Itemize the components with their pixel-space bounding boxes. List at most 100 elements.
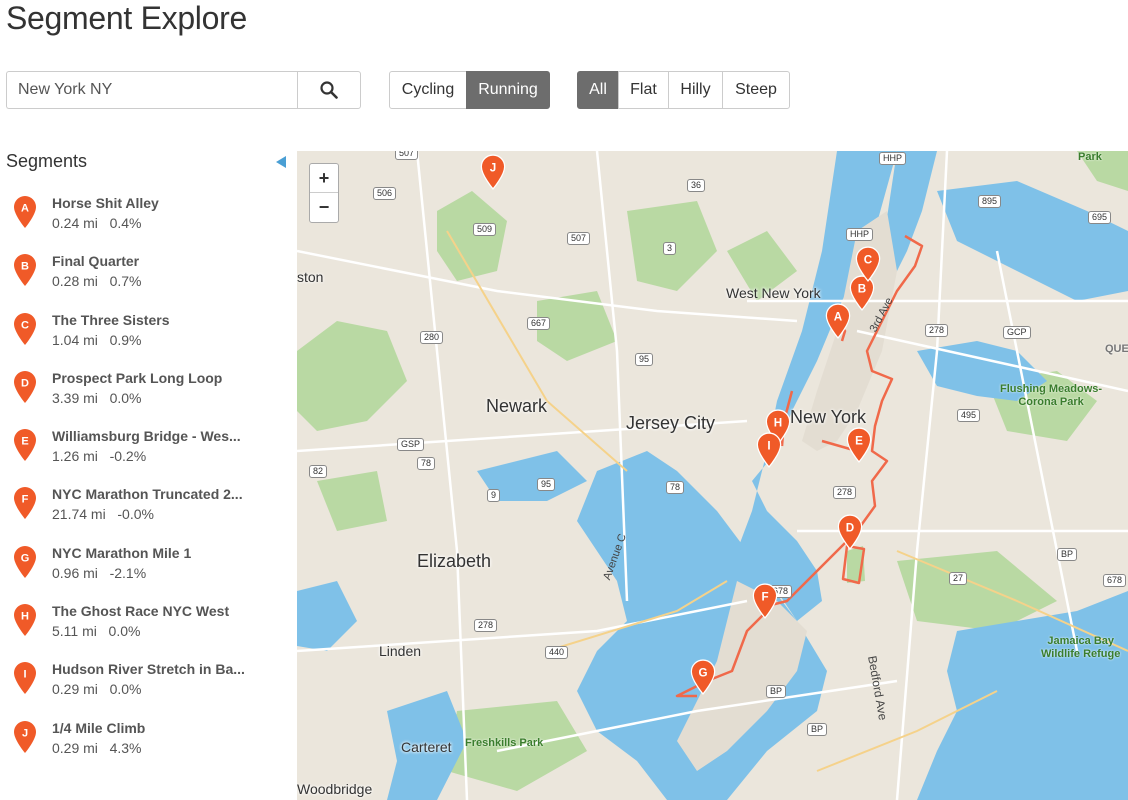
route-shield: BP	[766, 685, 787, 698]
segment-name[interactable]: NYC Marathon Truncated 2...	[52, 486, 243, 502]
segment-stats: 0.28 mi 0.7%	[52, 273, 142, 289]
segment-distance: 0.96 mi	[52, 564, 98, 581]
map-label-jersey-city: Jersey City	[626, 413, 716, 433]
segment-stats: 0.29 mi 0.0%	[52, 681, 142, 697]
map-label-carteret: Carteret	[401, 739, 452, 755]
map-pin-d[interactable]: D	[836, 514, 864, 550]
segment-list-item[interactable]: I Hudson River Stretch in Ba... 0.29 mi 0.…	[0, 658, 290, 716]
segment-list-item[interactable]: C The Three Sisters 1.04 mi 0.9%	[0, 309, 290, 367]
route-shield: 495	[957, 409, 981, 422]
map-label-ston: ston	[297, 269, 324, 285]
route-shield: 278	[833, 486, 857, 499]
segment-name[interactable]: Williamsburg Bridge - Wes...	[52, 428, 241, 444]
marker-letter: J	[490, 161, 496, 174]
map-marker-icon: D	[14, 370, 36, 403]
zoom-in-button[interactable]: +	[310, 164, 338, 193]
triangle-left-icon[interactable]	[276, 156, 286, 168]
map-marker-icon: I	[756, 432, 782, 468]
zoom-control: + −	[309, 163, 339, 223]
segment-list-item[interactable]: H The Ghost Race NYC West 5.11 mi 0.0%	[0, 600, 290, 658]
hilly-terrain-button[interactable]: Hilly	[668, 71, 723, 109]
segment-name[interactable]: 1/4 Mile Climb	[52, 720, 145, 736]
segment-list-item[interactable]: J 1/4 Mile Climb 0.29 mi 4.3%	[0, 717, 290, 775]
segment-name[interactable]: The Three Sisters	[52, 312, 170, 328]
segment-name[interactable]: NYC Marathon Mile 1	[52, 545, 191, 561]
segment-grade: -2.1%	[109, 564, 147, 581]
route-shield: GSP	[397, 438, 425, 451]
route-shield: 506	[373, 187, 397, 200]
marker-letter: F	[22, 494, 29, 506]
marker-letter: F	[761, 590, 768, 603]
segment-stats: 3.39 mi 0.0%	[52, 390, 142, 406]
segment-stats: 1.04 mi 0.9%	[52, 332, 142, 348]
map-marker-icon: G	[690, 659, 716, 695]
all-terrain-button[interactable]: All	[577, 71, 619, 109]
map-marker-icon: C	[855, 246, 881, 282]
segment-name[interactable]: Horse Shit Alley	[52, 195, 159, 211]
map-pin-f[interactable]: F	[751, 583, 779, 619]
segment-stats: 0.96 mi -2.1%	[52, 565, 146, 581]
map-marker-icon: I	[14, 662, 36, 695]
segment-list-item[interactable]: F NYC Marathon Truncated 2... 21.74 mi -0.…	[0, 483, 290, 541]
route-shield: 895	[978, 195, 1002, 208]
segment-distance: 0.24 mi	[52, 215, 98, 231]
route-shield: BP	[807, 723, 828, 736]
map-label-jamaica-bay: Jamaica Bay Wildlife Refuge	[1041, 635, 1121, 660]
segment-distance: 0.28 mi	[52, 273, 98, 290]
segment-grade: -0.2%	[109, 448, 147, 465]
steep-terrain-button[interactable]: Steep	[722, 71, 790, 109]
route-shield: 78	[666, 481, 685, 494]
route-shield: 27	[949, 572, 968, 585]
map-marker-icon: B	[14, 254, 36, 287]
search-icon	[320, 81, 338, 99]
marker-letter: I	[767, 439, 770, 452]
running-button[interactable]: Running	[466, 71, 550, 109]
search-bar	[6, 71, 361, 109]
segment-grade: 4.3%	[109, 739, 142, 756]
route-shield: 82	[309, 465, 328, 478]
segment-list-item[interactable]: G NYC Marathon Mile 1 0.96 mi -2.1%	[0, 542, 290, 600]
location-search-input[interactable]	[6, 71, 297, 109]
segment-name[interactable]: The Ghost Race NYC West	[52, 603, 229, 619]
route-shield: 507	[567, 232, 591, 245]
marker-letter: H	[21, 611, 29, 623]
route-shield: 36	[687, 179, 706, 192]
segment-name[interactable]: Final Quarter	[52, 253, 139, 269]
segment-name[interactable]: Hudson River Stretch in Ba...	[52, 661, 245, 677]
map-pin-c[interactable]: C	[854, 246, 882, 282]
map-label-new-york: New York	[790, 407, 867, 427]
map-marker-icon: G	[14, 545, 36, 578]
map-pin-g[interactable]: G	[689, 659, 717, 695]
map-pin-i[interactable]: I	[755, 432, 783, 468]
map-pin-e[interactable]: E	[845, 427, 873, 463]
map-marker-icon: J	[14, 720, 36, 753]
segment-grade: 0.7%	[109, 273, 142, 290]
route-shield: 509	[473, 223, 497, 236]
segment-list-item[interactable]: B Final Quarter 0.28 mi 0.7%	[0, 250, 290, 308]
marker-letter: G	[21, 552, 30, 564]
map-label-que: QUE	[1105, 343, 1128, 355]
route-shield: BP	[1057, 548, 1078, 561]
segment-name[interactable]: Prospect Park Long Loop	[52, 370, 222, 386]
map-pin-j[interactable]: J	[479, 154, 507, 190]
route-shield: 9	[487, 489, 501, 502]
page-title: Segment Explore	[6, 0, 247, 36]
route-shield: 95	[537, 478, 556, 491]
search-button[interactable]	[297, 71, 361, 109]
route-shield: 678	[1103, 574, 1127, 587]
segment-list-item[interactable]: D Prospect Park Long Loop 3.39 mi 0.0%	[0, 367, 290, 425]
segment-list-item[interactable]: A Horse Shit Alley 0.24 mi 0.4%	[0, 192, 290, 250]
map[interactable]: Newark Jersey City New York Elizabeth Li…	[297, 151, 1128, 800]
marker-letter: A	[834, 310, 843, 323]
map-marker-icon: D	[837, 514, 863, 550]
zoom-out-button[interactable]: −	[310, 193, 338, 222]
route-shield: 278	[925, 324, 949, 337]
sport-toggle: Cycling Running	[389, 71, 550, 109]
flat-terrain-button[interactable]: Flat	[618, 71, 669, 109]
cycling-button[interactable]: Cycling	[389, 71, 467, 109]
map-marker-icon: C	[14, 312, 36, 345]
marker-letter: G	[698, 666, 707, 679]
marker-letter: I	[23, 669, 26, 681]
map-marker-icon: F	[14, 487, 36, 520]
segment-list-item[interactable]: E Williamsburg Bridge - Wes... 1.26 mi -0.…	[0, 425, 290, 483]
